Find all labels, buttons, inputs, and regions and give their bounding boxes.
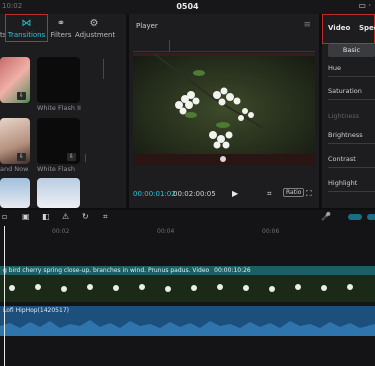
snap-toggle[interactable] bbox=[348, 214, 362, 220]
player-panel: Player ≡ 00:00:01:02 00:02:00:05 ▶ ⌗ Rat… bbox=[129, 14, 319, 208]
warning-icon[interactable]: ⚠ bbox=[62, 212, 69, 221]
media-panel: ts ⋈ Transitions ⚭ Filters ⚙ Adjustment … bbox=[0, 14, 126, 208]
timeline-ruler[interactable]: 00:02 00:04 00:06 bbox=[0, 226, 375, 238]
download-icon[interactable]: ⇩ bbox=[67, 153, 76, 161]
audio-clip-label: Lofi HipHop(1420517) bbox=[3, 307, 69, 314]
tab-video[interactable]: Video bbox=[328, 24, 350, 32]
title-bar: 10:02 0504 ▭ · bbox=[0, 0, 375, 14]
transition-item[interactable] bbox=[37, 178, 80, 208]
rotate-icon[interactable]: ↻ bbox=[82, 212, 89, 221]
video-frame bbox=[133, 52, 315, 165]
timeline-area[interactable] bbox=[0, 238, 375, 366]
fullscreen-icon[interactable]: ⛶ bbox=[306, 189, 312, 199]
prop-lightness: Lightness bbox=[328, 112, 360, 120]
project-title: 0504 bbox=[176, 2, 199, 11]
screenshot-icon[interactable]: ⌗ bbox=[267, 189, 272, 199]
prop-hue: Hue bbox=[328, 64, 342, 72]
saturation-slider[interactable] bbox=[328, 99, 375, 100]
sliders-icon: ⚙ bbox=[89, 18, 99, 29]
link-toggle[interactable] bbox=[367, 214, 375, 220]
current-time: 00:00:01:02 bbox=[133, 190, 176, 198]
download-icon[interactable]: ⇩ bbox=[17, 92, 26, 100]
transition-item[interactable]: ⇩ bbox=[0, 57, 30, 103]
hue-slider[interactable] bbox=[328, 76, 375, 77]
delete-icon[interactable]: ▫ bbox=[2, 212, 7, 221]
menu-icon[interactable]: ≡ bbox=[303, 20, 311, 30]
item-label: White Flash II bbox=[37, 104, 81, 112]
play-icon[interactable]: ▶ bbox=[232, 189, 238, 198]
player-title: Player bbox=[136, 22, 158, 30]
ratio-button[interactable]: Ratio bbox=[283, 188, 305, 197]
tab-label: Adjustment bbox=[75, 31, 116, 39]
filters-icon: ⚭ bbox=[56, 18, 66, 29]
freeze-icon[interactable]: ▣ bbox=[22, 212, 30, 221]
ruler-mark: 00:06 bbox=[262, 228, 280, 235]
video-clip-duration: 00:00:10:26 bbox=[214, 267, 251, 274]
transition-item[interactable] bbox=[0, 178, 30, 208]
tab-label: Filters bbox=[50, 31, 72, 39]
download-icon[interactable]: ⇩ bbox=[17, 153, 26, 161]
microphone-icon[interactable]: 🎤 bbox=[321, 212, 331, 221]
prop-brightness: Brightness bbox=[328, 131, 363, 139]
tab-adjustment[interactable]: ⚙ Adjustment bbox=[75, 14, 116, 44]
crop-icon[interactable]: ⌗ bbox=[103, 212, 108, 222]
annotation-line bbox=[103, 59, 104, 79]
total-time: 00:02:00:05 bbox=[173, 190, 216, 198]
window-control-icon[interactable]: ▭ · bbox=[358, 1, 371, 10]
basic-button[interactable]: Basic bbox=[328, 44, 375, 57]
clip-filmstrip bbox=[0, 275, 375, 302]
prop-highlight: Highlight bbox=[328, 179, 358, 187]
highlight-slider[interactable] bbox=[328, 191, 375, 192]
video-preview[interactable] bbox=[133, 52, 315, 165]
brightness-slider[interactable] bbox=[328, 143, 375, 144]
mirror-icon[interactable]: ◧ bbox=[42, 212, 50, 221]
transition-item[interactable] bbox=[37, 57, 80, 103]
playhead[interactable] bbox=[4, 226, 5, 366]
transition-item[interactable]: ⇩ bbox=[37, 118, 80, 164]
item-label: and Now bbox=[0, 165, 29, 173]
prop-saturation: Saturation bbox=[328, 87, 362, 95]
video-clip-name: g bird cherry spring close-up, branches … bbox=[3, 267, 210, 274]
annotation-line bbox=[133, 51, 315, 52]
tab-speed[interactable]: Spee bbox=[359, 24, 375, 32]
selection-highlight bbox=[5, 14, 48, 42]
video-clip-label: g bird cherry spring close-up, branches … bbox=[0, 266, 375, 275]
prop-contrast: Contrast bbox=[328, 155, 356, 163]
contrast-slider[interactable] bbox=[328, 167, 375, 168]
annotation-line bbox=[85, 154, 86, 162]
ruler-mark: 00:02 bbox=[52, 228, 70, 235]
tab-filters[interactable]: ⚭ Filters bbox=[49, 14, 73, 44]
timeline-toolbar: ▫ ▣ ◧ ⚠ ↻ ⌗ 🎤 bbox=[0, 210, 375, 226]
ruler-mark: 00:04 bbox=[157, 228, 175, 235]
item-label: White Flash bbox=[37, 165, 76, 173]
transition-item[interactable]: ⇩ bbox=[0, 118, 30, 164]
properties-panel: Video Spee Basic Hue Saturation Lightnes… bbox=[322, 14, 375, 208]
